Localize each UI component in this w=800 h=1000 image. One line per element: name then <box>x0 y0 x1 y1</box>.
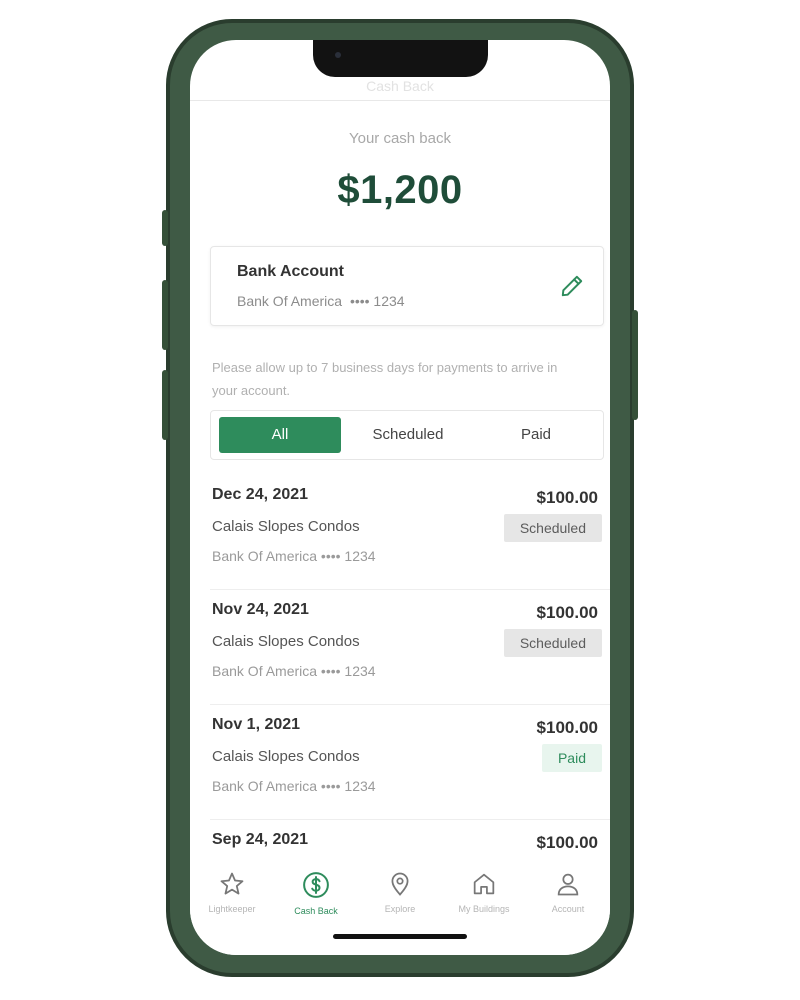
payment-amount: $100.00 <box>536 718 598 737</box>
nav-label: My Buildings <box>458 904 510 914</box>
tab-all[interactable]: All <box>219 417 341 453</box>
payment-bank: Bank Of America •••• 1234 <box>212 548 376 564</box>
payment-amount: $100.00 <box>536 488 598 507</box>
phone-side-button <box>162 280 168 350</box>
nav-item-lightkeeper[interactable]: Lightkeeper <box>190 870 274 914</box>
payment-date: Nov 1, 2021 <box>212 716 301 733</box>
cashback-label: Your cash back <box>348 130 451 147</box>
tab-scheduled[interactable]: Scheduled <box>345 417 471 453</box>
bank-account-title: Bank Account <box>237 263 344 280</box>
nav-item-explore[interactable]: Explore <box>358 870 442 914</box>
nav-label: Explore <box>384 904 416 914</box>
status-badge: Paid <box>541 744 602 772</box>
status-badge: Scheduled <box>503 514 602 542</box>
payment-row[interactable]: Nov 1, 2021 $100.00 Calais Slopes Condos… <box>190 706 610 820</box>
user-icon <box>526 870 610 898</box>
bank-mask: •••• 1234 <box>349 293 405 309</box>
phone-side-button <box>162 370 168 440</box>
payment-row[interactable]: Nov 24, 2021 $100.00 Calais Slopes Condo… <box>190 591 610 705</box>
star-icon <box>190 870 274 898</box>
dollar-circle-icon <box>274 870 358 900</box>
nav-label: Lightkeeper <box>208 904 256 914</box>
row-divider <box>210 589 610 590</box>
payment-amount: $100.00 <box>536 603 598 622</box>
phone-side-button <box>632 310 638 420</box>
map-pin-icon <box>358 870 442 898</box>
row-divider <box>210 819 610 820</box>
payment-property: Calais Slopes Condos <box>212 633 360 650</box>
payment-amount: $100.00 <box>536 833 598 852</box>
row-divider <box>210 704 610 705</box>
nav-label: Account <box>551 904 585 914</box>
bank-account-details: Bank Of America •••• 1234 <box>237 293 405 309</box>
home-icon <box>442 870 526 898</box>
header-divider <box>190 100 610 101</box>
payment-bank: Bank Of America •••• 1234 <box>212 778 376 794</box>
app-screen: Cash Back Your cash back $1,200 Bank Acc… <box>190 40 610 955</box>
nav-label: Cash Back <box>294 906 338 916</box>
edit-pencil-icon[interactable] <box>559 273 585 299</box>
payment-notice: Please allow up to 7 business days for p… <box>212 360 558 398</box>
status-badge: Scheduled <box>503 629 602 657</box>
nav-item-account[interactable]: Account <box>526 870 610 914</box>
home-indicator[interactable] <box>333 934 467 939</box>
bank-account-card[interactable]: Bank Account Bank Of America •••• 1234 <box>210 246 604 326</box>
payment-bank: Bank Of America •••• 1234 <box>212 663 376 679</box>
payment-date: Dec 24, 2021 <box>212 486 309 503</box>
tab-paid[interactable]: Paid <box>475 417 597 453</box>
payment-property: Calais Slopes Condos <box>212 518 360 535</box>
payment-date: Nov 24, 2021 <box>212 601 309 618</box>
filter-tabs: All Scheduled Paid <box>210 410 604 460</box>
phone-notch <box>313 40 488 77</box>
bottom-tab-bar: Lightkeeper Cash Back Explore My Buildin… <box>190 858 610 955</box>
cashback-amount: $1,200 <box>337 168 463 212</box>
payment-date: Sep 24, 2021 <box>212 831 309 848</box>
payment-row[interactable]: Dec 24, 2021 $100.00 Calais Slopes Condo… <box>190 476 610 590</box>
nav-item-my-buildings[interactable]: My Buildings <box>442 870 526 914</box>
page-title: Cash Back <box>366 78 434 94</box>
bank-name: Bank Of America <box>237 293 343 309</box>
nav-item-cash-back[interactable]: Cash Back <box>274 870 358 916</box>
payment-property: Calais Slopes Condos <box>212 748 360 765</box>
phone-side-button <box>162 210 168 246</box>
